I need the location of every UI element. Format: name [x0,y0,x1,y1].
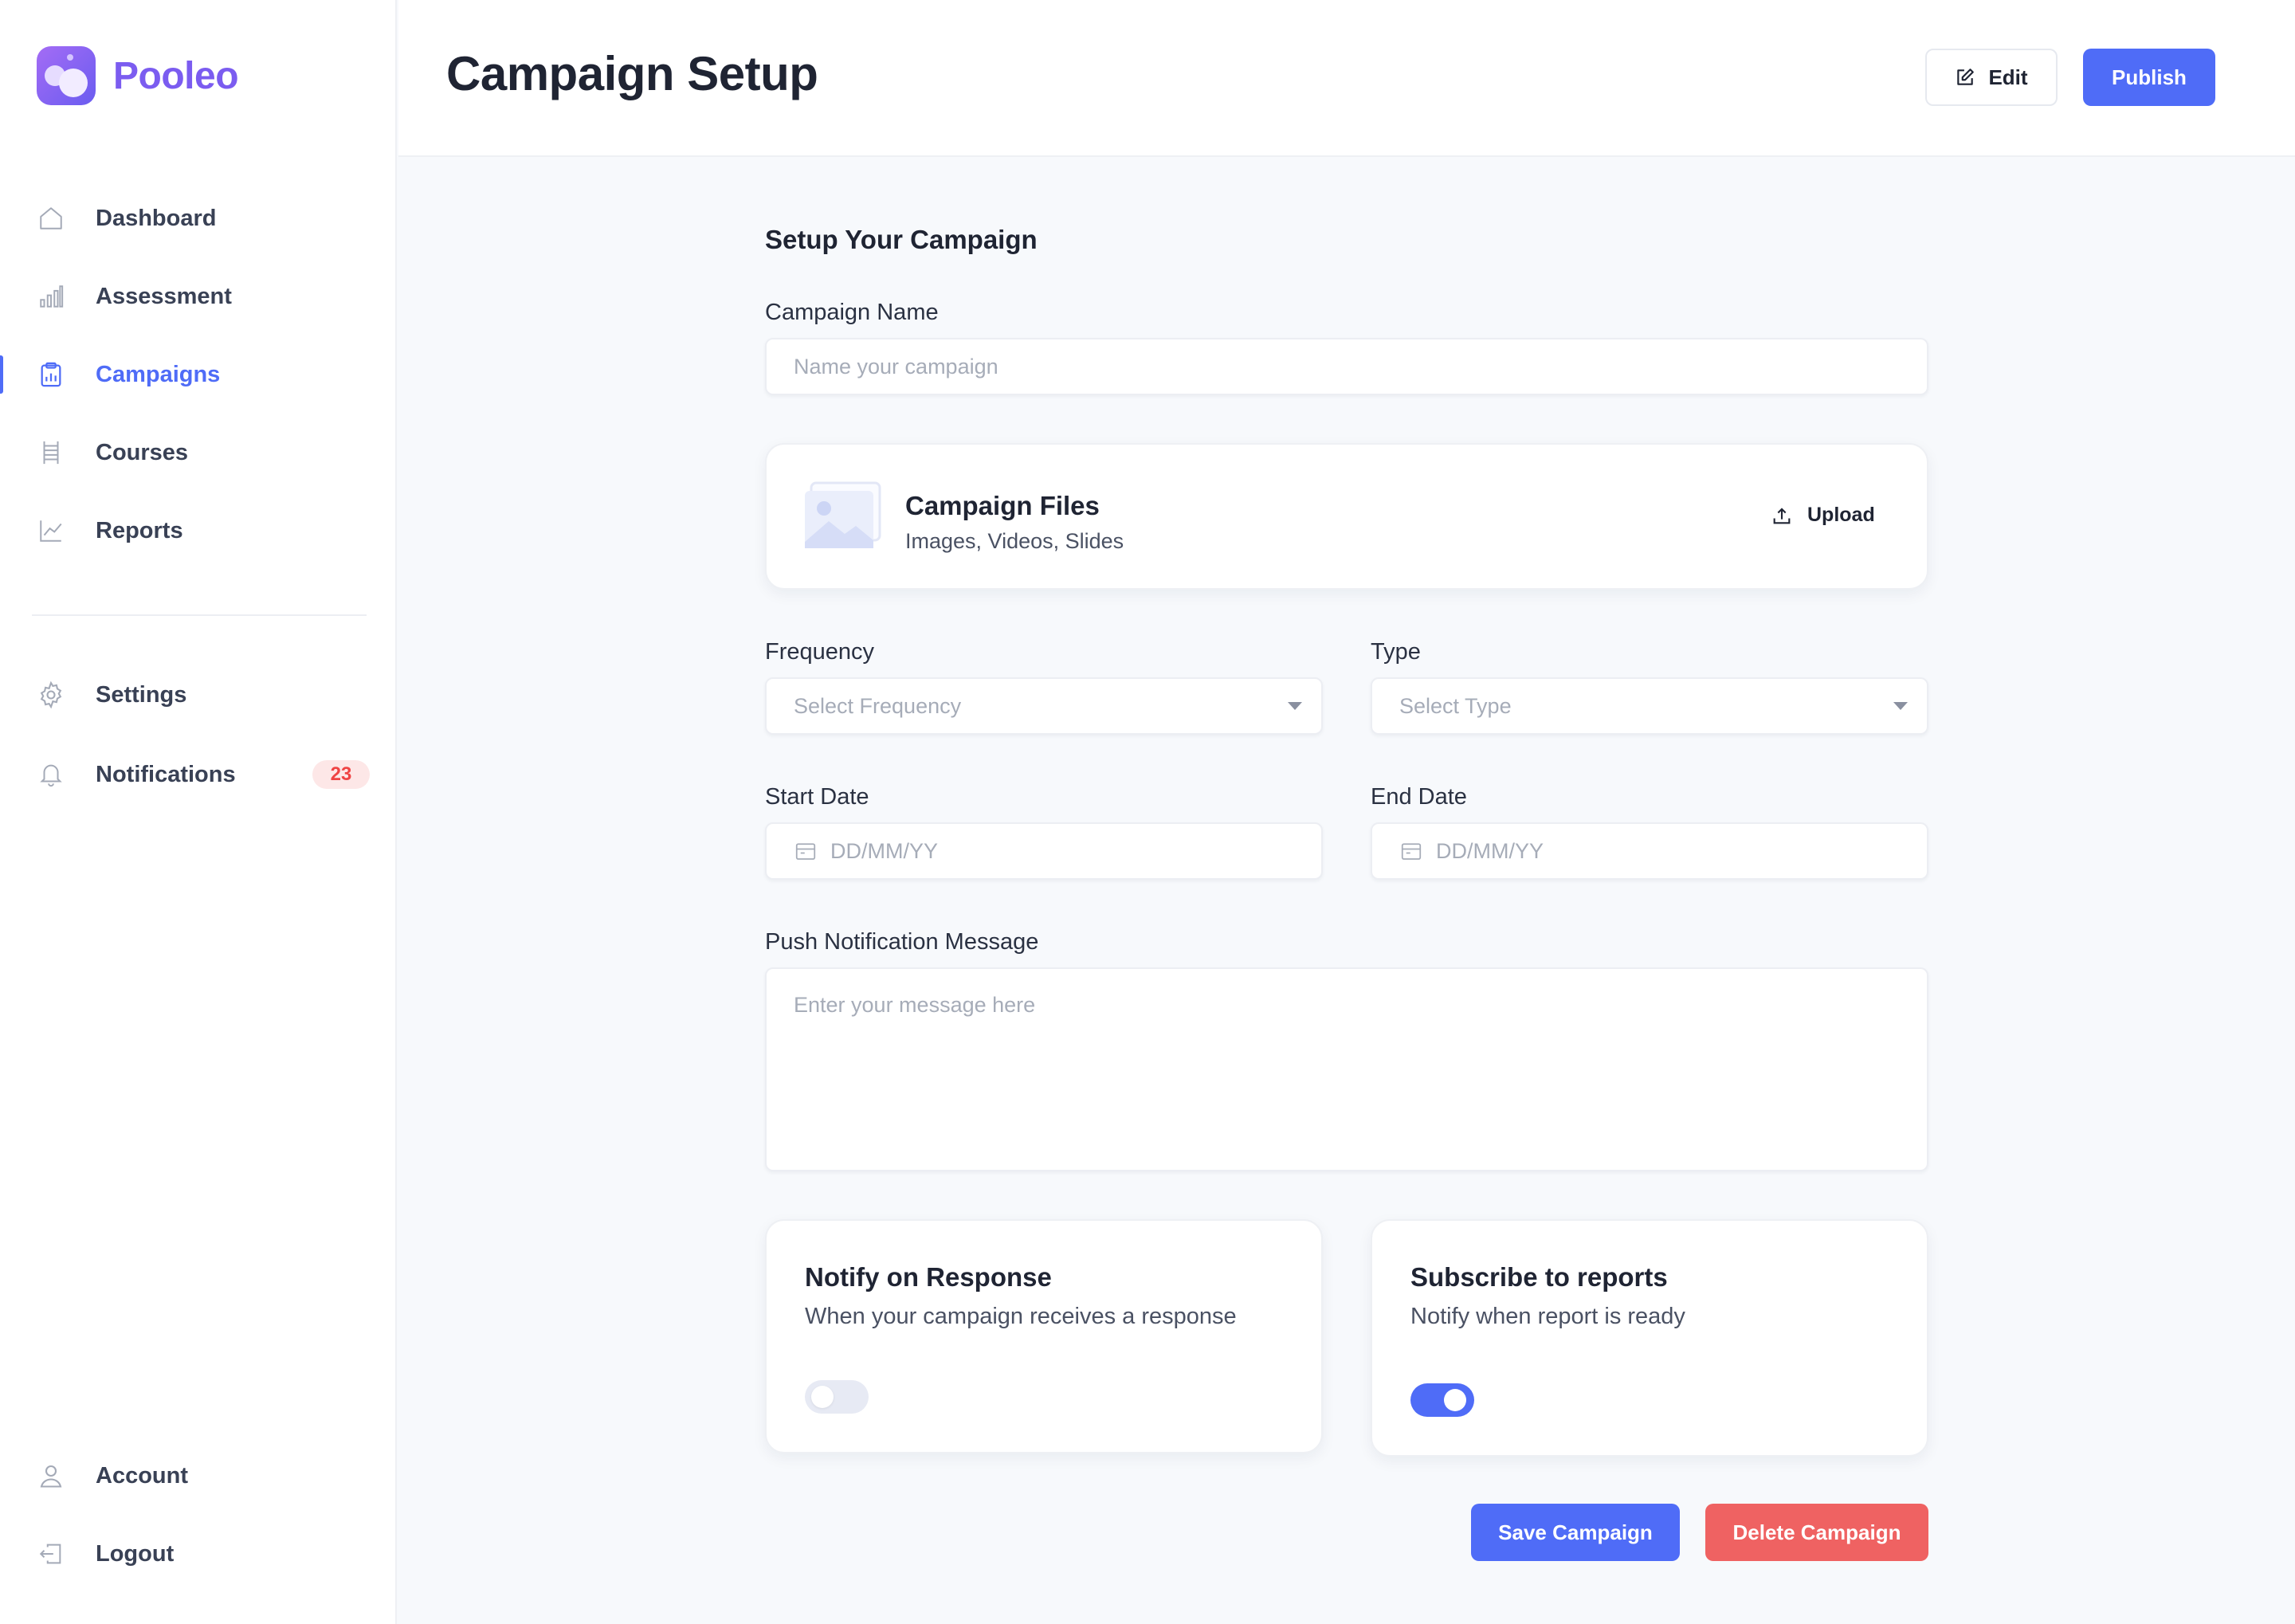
chevron-down-icon [1893,702,1908,710]
app-name: Pooleo [113,54,239,97]
sidebar-divider [32,614,367,616]
edit-icon [1955,67,1975,88]
message-placeholder: Enter your message here [794,993,1036,1017]
campaign-name-label: Campaign Name [765,300,939,325]
sidebar-item-label: Courses [96,439,189,465]
gear-icon [35,679,67,711]
toggle-knob [1444,1389,1466,1411]
campaign-files-card: Campaign Files Images, Videos, Slides Up… [765,443,1928,590]
edit-button-label: Edit [1988,65,2028,89]
sidebar: Pooleo Dashboard Assessment Campaigns Co… [0,0,397,1624]
app-logo[interactable]: Pooleo [37,46,239,105]
frequency-placeholder: Select Frequency [794,693,962,718]
clipboard-chart-icon [35,359,67,390]
logout-icon [35,1538,67,1570]
start-date-label: Start Date [765,784,869,810]
calendar-icon [1399,839,1423,863]
publish-button[interactable]: Publish [2083,49,2215,106]
sidebar-item-reports[interactable]: Reports [0,499,397,563]
sidebar-item-label: Account [96,1462,188,1489]
start-date-placeholder: DD/MM/YY [830,838,938,863]
notify-response-subtitle: When your campaign receives a response [805,1304,1237,1329]
type-placeholder: Select Type [1399,693,1512,718]
page-header: Campaign Setup Edit Publish [398,0,2295,157]
upload-icon [1771,504,1793,527]
sidebar-item-settings[interactable]: Settings [0,663,397,727]
type-label: Type [1371,639,1421,665]
end-date-placeholder: DD/MM/YY [1436,838,1544,863]
campaign-files-title: Campaign Files [905,491,1100,520]
line-chart-icon [35,515,67,547]
campaign-name-input[interactable]: Name your campaign [765,338,1928,395]
notify-response-toggle[interactable] [805,1380,869,1414]
end-date-input[interactable]: DD/MM/YY [1371,822,1928,880]
sidebar-item-label: Dashboard [96,205,217,231]
subscribe-reports-card: Subscribe to reports Notify when report … [1371,1219,1928,1457]
toggle-knob [811,1386,834,1408]
sidebar-item-logout[interactable]: Logout [0,1522,397,1586]
upload-button[interactable]: Upload [1771,504,1875,527]
sidebar-item-label: Reports [96,517,183,543]
message-label: Push Notification Message [765,929,1039,955]
start-date-input[interactable]: DD/MM/YY [765,822,1323,880]
sidebar-item-dashboard[interactable]: Dashboard [0,186,397,250]
frequency-select[interactable]: Select Frequency [765,677,1323,735]
notify-on-response-card: Notify on Response When your campaign re… [765,1219,1323,1453]
subscribe-reports-subtitle: Notify when report is ready [1410,1304,1685,1329]
home-icon [35,202,67,234]
calendar-icon [794,839,818,863]
sidebar-item-campaigns[interactable]: Campaigns [0,343,397,406]
page-title: Campaign Setup [446,47,818,100]
notification-count-badge: 23 [312,760,370,789]
bar-chart-icon [35,280,67,312]
frequency-label: Frequency [765,639,875,665]
end-date-label: End Date [1371,784,1467,810]
sidebar-item-account[interactable]: Account [0,1444,397,1508]
sidebar-item-courses[interactable]: Courses [0,421,397,484]
sidebar-item-label: Notifications [96,761,236,787]
ladder-icon [35,437,67,469]
save-campaign-button[interactable]: Save Campaign [1471,1504,1680,1561]
sidebar-item-label: Settings [96,681,187,708]
sidebar-item-label: Assessment [96,283,232,309]
campaign-name-placeholder: Name your campaign [794,354,998,379]
image-placeholder-icon [803,481,883,555]
sidebar-item-notifications[interactable]: Notifications 23 [0,743,397,806]
notify-response-title: Notify on Response [805,1262,1052,1292]
campaign-files-subtitle: Images, Videos, Slides [905,529,1124,553]
chevron-down-icon [1288,702,1302,710]
sidebar-item-label: Logout [96,1540,175,1567]
sidebar-item-label: Campaigns [96,361,221,387]
bell-icon [35,759,67,790]
subscribe-reports-title: Subscribe to reports [1410,1262,1668,1292]
edit-button[interactable]: Edit [1925,49,2058,106]
subscribe-reports-toggle[interactable] [1410,1383,1474,1417]
logo-icon [37,46,96,105]
type-select[interactable]: Select Type [1371,677,1928,735]
delete-campaign-button[interactable]: Delete Campaign [1705,1504,1928,1561]
sidebar-item-assessment[interactable]: Assessment [0,265,397,328]
message-textarea[interactable]: Enter your message here [765,967,1928,1171]
upload-label: Upload [1807,504,1875,526]
form-heading: Setup Your Campaign [765,225,1038,254]
user-icon [35,1460,67,1492]
